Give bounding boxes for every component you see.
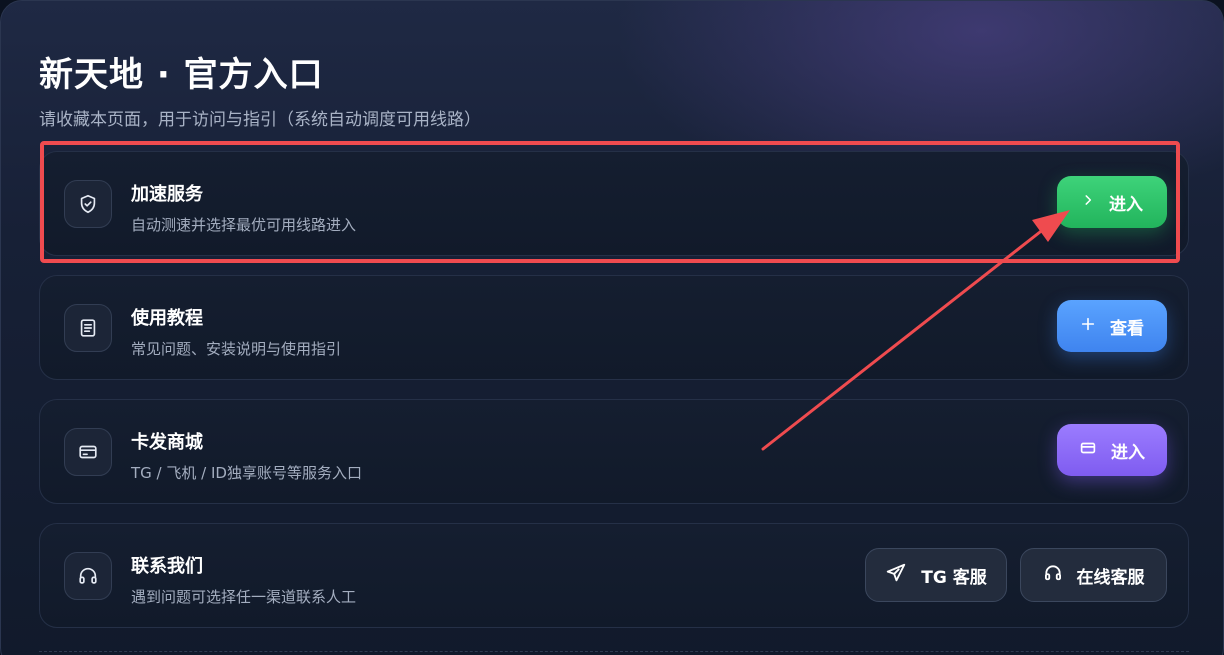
card-title: 加速服务 [131, 184, 203, 205]
chevron-right-icon [1081, 192, 1095, 212]
card-icon [64, 428, 112, 476]
card-description: TG / 飞机 / ID独享账号等服务入口 [131, 464, 362, 482]
send-icon [885, 562, 907, 589]
card-description: 常见问题、安装说明与使用指引 [131, 340, 342, 358]
page-subtitle: 请收藏本页面，用于访问与指引（系统自动调度可用线路） [39, 110, 481, 130]
card-title: 联系我们 [131, 556, 203, 577]
card-description: 遇到问题可选择任一渠道联系人工 [131, 588, 357, 606]
button-label: 查看 [1110, 318, 1144, 339]
button-label: 进入 [1109, 194, 1143, 215]
button-label: TG 客服 [921, 567, 987, 588]
card-acceleration-service: 加速服务 自动测速并选择最优可用线路进入 进入 [39, 151, 1189, 256]
headset-icon [64, 552, 112, 600]
button-label: 在线客服 [1076, 567, 1145, 588]
page-title: 新天地 · 官方入口 [39, 55, 324, 95]
card-shop: 卡发商城 TG / 飞机 / ID独享账号等服务入口 进入 [39, 399, 1189, 504]
document-icon [64, 304, 112, 352]
shield-check-icon [64, 180, 112, 228]
card-description: 自动测速并选择最优可用线路进入 [131, 216, 357, 234]
card-contact: 联系我们 遇到问题可选择任一渠道联系人工 TG 客服 在线客服 [39, 523, 1189, 628]
online-support-button[interactable]: 在线客服 [1020, 548, 1167, 602]
plus-icon [1080, 316, 1096, 337]
card-icon [1079, 439, 1097, 462]
divider [39, 651, 1189, 652]
card-title: 卡发商城 [131, 432, 203, 453]
card-tutorial: 使用教程 常见问题、安装说明与使用指引 查看 [39, 275, 1189, 380]
view-tutorial-button[interactable]: 查看 [1057, 300, 1167, 352]
button-label: 进入 [1111, 442, 1145, 463]
enter-shop-button[interactable]: 进入 [1057, 424, 1167, 476]
main-panel: 新天地 · 官方入口 请收藏本页面，用于访问与指引（系统自动调度可用线路） 加速… [0, 0, 1224, 655]
headset-icon [1043, 563, 1063, 588]
tg-support-button[interactable]: TG 客服 [865, 548, 1007, 602]
enter-acceleration-button[interactable]: 进入 [1057, 176, 1167, 228]
card-title: 使用教程 [131, 308, 203, 329]
